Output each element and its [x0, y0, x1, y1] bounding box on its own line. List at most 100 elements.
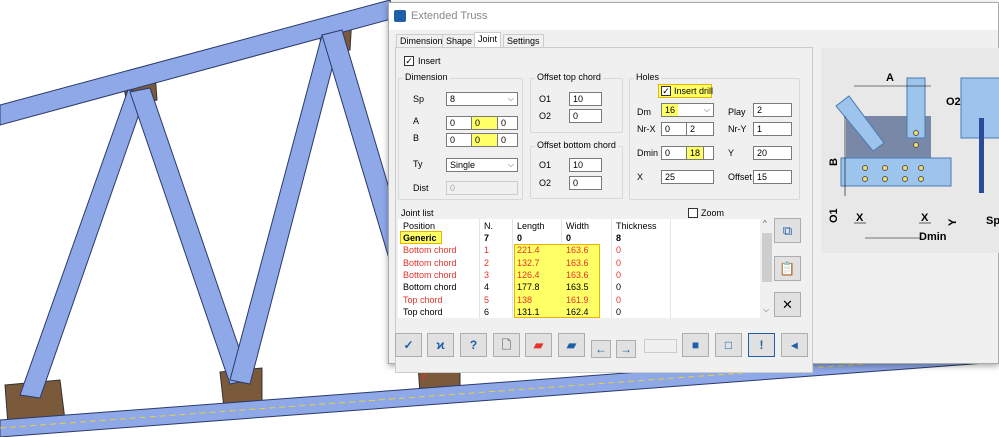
o2-top-field[interactable]: 0 [569, 109, 602, 123]
table-row[interactable]: Bottom chord 2 132.7 163.6 0 [398, 258, 760, 270]
cell-length: 177.8 [517, 282, 540, 293]
chevron-down-icon: ⌵ [507, 94, 514, 103]
nry-label: Nr-Y [728, 124, 747, 134]
x-label: X [637, 172, 644, 182]
column-header-position[interactable]: Position [403, 221, 435, 231]
a-field-2[interactable]: 0 [471, 116, 498, 130]
insert-label: Insert [418, 56, 441, 66]
sp-select[interactable]: 8 ⌵ [446, 92, 518, 106]
cell-width: 0 [566, 233, 572, 243]
joint-list-label: Joint list [401, 208, 434, 218]
scroll-up-icon[interactable]: ^ [763, 219, 767, 228]
ok-button[interactable]: ✓ [395, 333, 422, 357]
column-header-length[interactable]: Length [517, 221, 545, 231]
insert-drill-checkbox[interactable]: ✓ [661, 86, 671, 96]
play-field[interactable]: 2 [753, 103, 792, 117]
table-row[interactable]: Top chord 5 138 161.9 0 [398, 295, 760, 307]
copy-button[interactable]: ⧉ [774, 218, 801, 243]
solid-view-button[interactable]: ■ [682, 333, 709, 357]
x-field[interactable]: 25 [661, 170, 714, 184]
b-field-3[interactable]: 0 [497, 133, 518, 147]
o1-top-field[interactable]: 10 [569, 92, 602, 106]
next-button[interactable]: → [616, 340, 636, 358]
o1-bottom-field[interactable]: 10 [569, 158, 602, 172]
exclamation-icon: ! [759, 338, 764, 352]
ty-select[interactable]: Single ⌵ [446, 158, 518, 172]
nrx-field-1[interactable]: 0 [661, 122, 687, 136]
offset-bottom-group: Offset bottom chord [530, 140, 623, 199]
cell-width: 162.4 [566, 306, 589, 317]
cell-thickness: 8 [616, 233, 622, 243]
dist-field[interactable]: 0 [446, 181, 518, 195]
o1-bottom-label: O1 [539, 160, 552, 170]
ty-label: Ty [413, 159, 423, 169]
play-label: Play [728, 107, 746, 117]
offset-field[interactable]: 15 [753, 170, 792, 184]
dm-label: Dm [637, 107, 651, 117]
nrx-field-2[interactable]: 2 [686, 122, 714, 136]
cell-width: 163.6 [566, 245, 589, 256]
b-field-1[interactable]: 0 [446, 133, 472, 147]
diagram-label-y: Y [947, 218, 959, 226]
column-header-thickness[interactable]: Thickness [616, 221, 657, 231]
cell-n: 7 [484, 233, 490, 243]
tab-settings[interactable]: Settings [503, 34, 544, 48]
profile-icon: ▰ [566, 338, 577, 352]
scroll-down-icon[interactable]: ⌵ [763, 305, 769, 315]
close-icon: ✕ [782, 297, 793, 312]
nrx-label: Nr-X [637, 124, 656, 134]
zoom-checkbox[interactable] [688, 208, 698, 218]
column-header-n[interactable]: N. [484, 221, 493, 231]
o2-bottom-field[interactable]: 0 [569, 176, 602, 190]
previous-button[interactable]: ← [591, 340, 611, 358]
transparent-view-button[interactable]: □ [715, 333, 742, 357]
nry-field[interactable]: 1 [753, 122, 792, 136]
cancel-button[interactable]: ϰ [427, 333, 454, 357]
scrollbar-thumb[interactable] [762, 233, 772, 282]
cell-thickness: 0 [616, 282, 622, 293]
index-field[interactable] [644, 339, 677, 353]
tab-dimension[interactable]: Dimension [396, 34, 447, 48]
dmin-field-2[interactable]: 18 [686, 146, 704, 160]
paste-button[interactable]: 📋 [774, 256, 801, 281]
cancel-icon: ϰ [436, 338, 445, 352]
copy-doc-button[interactable]: 🗋 [493, 333, 520, 357]
cell-length: 132.7 [517, 257, 540, 268]
a-field-3[interactable]: 0 [497, 116, 518, 130]
app-icon [394, 10, 406, 22]
cell-width: 163.5 [566, 282, 589, 293]
table-row[interactable]: Generic 7 0 0 8 [398, 233, 760, 245]
cell-thickness: 0 [616, 306, 622, 317]
table-row[interactable]: Top chord 6 131.1 162.4 0 [398, 307, 760, 318]
diagram-label-dmin: Dmin [919, 231, 947, 243]
document-icon: 🗋 [501, 338, 512, 352]
diagram-label-o2: O2 [946, 96, 961, 108]
insert-checkbox[interactable]: ✓ [404, 56, 414, 66]
b-field-2[interactable]: 0 [471, 133, 498, 147]
column-header-width[interactable]: Width [566, 221, 589, 231]
cell-position: Top chord [403, 306, 443, 317]
dm-select[interactable]: 16 ⌵ [661, 103, 714, 117]
y-field[interactable]: 20 [753, 146, 792, 160]
profile-highlight-button[interactable]: ▰ [525, 333, 552, 357]
info-button[interactable]: ! [748, 333, 775, 357]
a-label: A [413, 116, 420, 126]
cell-thickness: 0 [616, 269, 622, 280]
dmin-field-1[interactable]: 0 [661, 146, 687, 160]
cell-n: 3 [484, 269, 490, 280]
title-bar: Extended Truss [389, 3, 998, 30]
table-scrollbar[interactable]: ^ ⌵ [760, 219, 773, 318]
joint-list-table[interactable]: Position N. Length Width Thickness Gener… [398, 219, 760, 318]
help-button[interactable]: ? [460, 333, 487, 357]
table-row[interactable]: Bottom chord 4 177.8 163.5 0 [398, 282, 760, 294]
table-row[interactable]: Bottom chord 1 221.4 163.6 0 [398, 245, 760, 257]
back-button[interactable]: ◂ [781, 333, 808, 357]
profile-button[interactable]: ▰ [558, 333, 585, 357]
table-row[interactable]: Bottom chord 3 126.4 163.6 0 [398, 270, 760, 282]
dist-label: Dist [413, 183, 429, 193]
delete-button[interactable]: ✕ [774, 292, 801, 317]
tab-shape[interactable]: Shape [442, 34, 477, 48]
group-title: Offset top chord [535, 72, 603, 82]
a-field-1[interactable]: 0 [446, 116, 472, 130]
b-label: B [413, 133, 420, 143]
